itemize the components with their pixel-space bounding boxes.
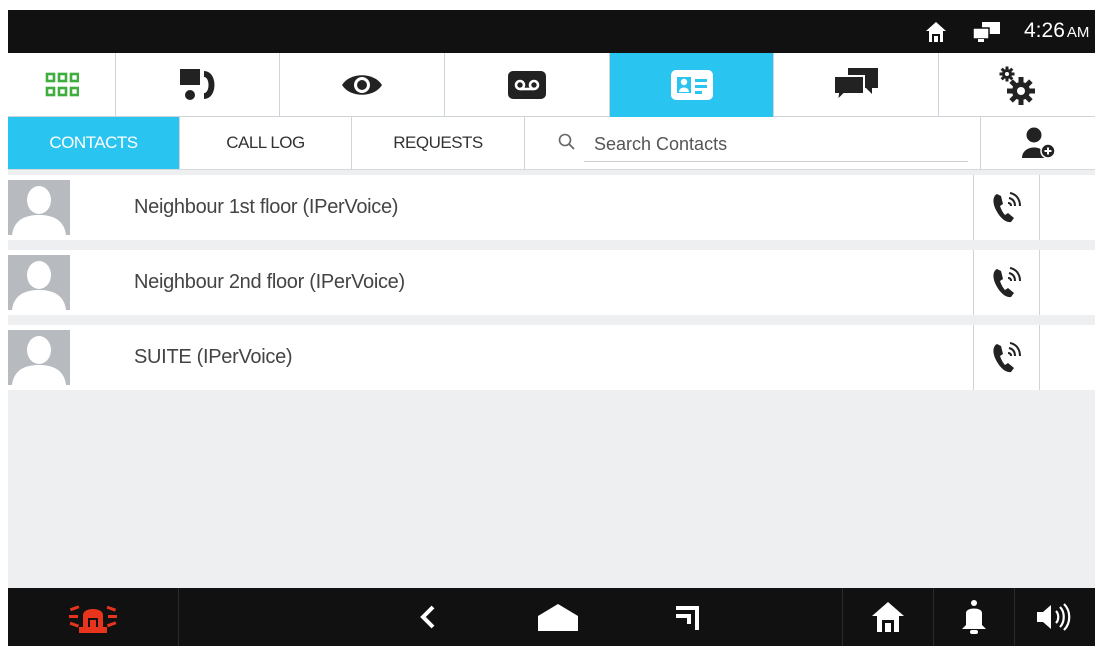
- tab-video[interactable]: [280, 53, 445, 117]
- contact-row[interactable]: Neighbour 1st floor (IPerVoice): [8, 175, 1095, 240]
- tab-contacts-list[interactable]: CONTACTS: [8, 117, 180, 169]
- home-nav-button[interactable]: [523, 588, 593, 646]
- tab-requests[interactable]: REQUESTS: [352, 117, 525, 169]
- home-shape-icon: [538, 604, 578, 631]
- back-icon: [420, 605, 435, 629]
- intercom-call-icon: [179, 69, 214, 100]
- avatar: [8, 255, 70, 310]
- clock-time: 4:26: [1024, 19, 1065, 42]
- house-icon: [872, 602, 904, 632]
- recents-button[interactable]: [653, 588, 723, 646]
- tab-intercom[interactable]: [116, 53, 280, 117]
- sub-tab-bar: CONTACTS CALL LOG REQUESTS: [8, 117, 1095, 170]
- contact-name: SUITE (IPerVoice): [134, 346, 293, 368]
- tab-call-log[interactable]: CALL LOG: [180, 117, 352, 169]
- contacts-list: Neighbour 1st floor (IPerVoice) Neighbou…: [8, 170, 1095, 588]
- phone-ringing-icon: [992, 341, 1021, 372]
- screen: 4:26 AM CONTACTS CALL LOG REQUESTS Searc…: [0, 0, 1095, 646]
- chat-icon: [833, 68, 878, 104]
- clock: 4:26 AM: [1024, 19, 1089, 43]
- doorbell-button[interactable]: [934, 588, 1014, 646]
- tab-contacts[interactable]: [610, 53, 774, 117]
- home-icon: [926, 22, 946, 42]
- call-button[interactable]: [973, 325, 1040, 390]
- tab-apps[interactable]: [8, 53, 116, 117]
- main-tab-bar: [8, 53, 1095, 117]
- call-button[interactable]: [973, 175, 1040, 240]
- tab-voicemail[interactable]: [445, 53, 610, 117]
- tab-call-log-label: CALL LOG: [226, 133, 305, 152]
- eye-icon: [342, 75, 382, 95]
- call-button[interactable]: [973, 250, 1040, 315]
- person-placeholder-icon: [12, 336, 66, 385]
- tab-settings[interactable]: [939, 53, 1095, 117]
- person-placeholder-icon: [12, 186, 66, 235]
- tab-requests-label: REQUESTS: [393, 133, 483, 152]
- house-button[interactable]: [843, 588, 933, 646]
- tab-contacts-label: CONTACTS: [49, 133, 138, 152]
- recents-icon: [676, 606, 699, 630]
- status-bar: 4:26 AM: [8, 10, 1095, 53]
- person-placeholder-icon: [12, 261, 66, 310]
- clock-ampm: AM: [1066, 24, 1090, 41]
- contact-card-icon: [670, 70, 713, 100]
- volume-icon: [1037, 603, 1071, 631]
- contact-name: Neighbour 2nd floor (IPerVoice): [134, 271, 405, 293]
- alarm-button[interactable]: [8, 588, 178, 646]
- avatar: [8, 180, 70, 235]
- volume-button[interactable]: [1015, 588, 1095, 646]
- tab-messages[interactable]: [774, 53, 939, 117]
- phone-ringing-icon: [992, 266, 1021, 297]
- contact-row[interactable]: Neighbour 2nd floor (IPerVoice): [8, 250, 1095, 315]
- add-person-icon: [1021, 127, 1056, 159]
- apps-grid-icon: [45, 72, 79, 97]
- settings-gears-icon: [999, 66, 1035, 105]
- alarm-siren-icon: [69, 605, 117, 633]
- bell-icon: [962, 600, 986, 634]
- navigation-bar: [8, 588, 1095, 646]
- avatar: [8, 330, 70, 385]
- contact-name: Neighbour 1st floor (IPerVoice): [134, 196, 399, 218]
- contact-row[interactable]: SUITE (IPerVoice): [8, 325, 1095, 390]
- phone-ringing-icon: [992, 191, 1021, 222]
- back-button[interactable]: [393, 588, 463, 646]
- add-contact-button[interactable]: [982, 117, 1095, 169]
- voicemail-icon: [508, 71, 546, 99]
- search-icon: [558, 133, 575, 150]
- network-icon: [972, 22, 1000, 42]
- search-input[interactable]: [584, 128, 968, 162]
- search-box: [525, 117, 981, 169]
